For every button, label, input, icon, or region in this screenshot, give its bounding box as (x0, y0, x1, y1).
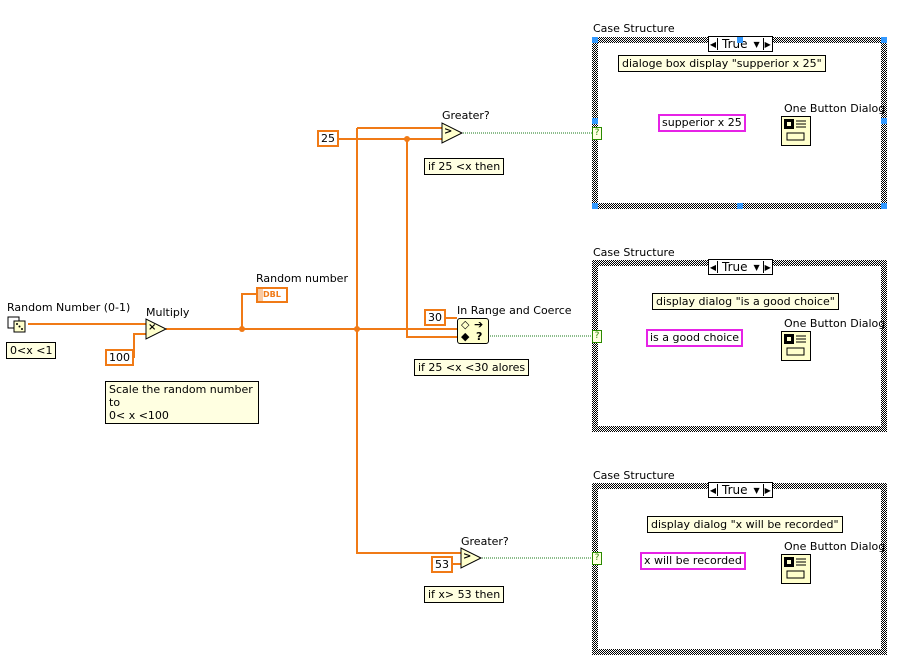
case2-selector-terminal[interactable]: ? (592, 330, 602, 343)
random-number-label: Random Number (0-1) (7, 301, 131, 314)
case1-comment: dialoge box display "supperior x 25" (618, 55, 826, 72)
case3-string-constant[interactable]: x will be recorded (640, 552, 746, 570)
case3-selector-value: True (722, 483, 748, 497)
resize-handle[interactable] (592, 37, 598, 43)
diamond-outline-icon: ◇ (461, 318, 470, 331)
decrement-arrow-icon[interactable]: ◀ (709, 261, 718, 273)
constant-30[interactable]: 30 (424, 309, 446, 326)
greater2-label: Greater? (461, 535, 509, 548)
greater1-comment: if 25 <x then (424, 158, 505, 175)
resize-handle[interactable] (592, 118, 598, 124)
multiply-label: Multiply (146, 306, 190, 319)
case3-selector-terminal[interactable]: ? (592, 552, 602, 565)
indicator-type: DBL (263, 290, 281, 299)
case1-title: Case Structure (593, 22, 675, 35)
scale-comment-line1: Scale the random number to (109, 383, 253, 409)
constant-53[interactable]: 53 (431, 556, 453, 573)
dice-icon[interactable] (7, 314, 27, 334)
greater2-comment: if x> 53 then (424, 586, 505, 603)
one-button-dialog-icon[interactable] (781, 331, 811, 361)
constant-25[interactable]: 25 (317, 130, 339, 147)
case2-string-constant[interactable]: is a good choice (646, 329, 744, 347)
case3-selector[interactable]: ◀ True ▼ ▶ (708, 482, 773, 498)
case3-title: Case Structure (593, 469, 675, 482)
case3-comment: display dialog "x will be recorded" (647, 516, 843, 533)
inrange-comment: if 25 <x <30 alores (414, 359, 530, 376)
wire-branch-vertical (356, 128, 461, 554)
dropdown-arrow-icon[interactable]: ▼ (754, 486, 763, 495)
decrement-arrow-icon[interactable]: ◀ (709, 38, 718, 50)
wire-to-indicator (241, 293, 256, 329)
case-structure-1[interactable]: ◀ True ▼ ▶ dialoge box display "supperio… (592, 36, 887, 209)
resize-handle[interactable] (881, 118, 887, 124)
case1-selector-value: True (722, 37, 748, 51)
dropdown-arrow-icon[interactable]: ▼ (754, 40, 763, 49)
case1-dialog-label: One Button Dialog (784, 102, 886, 115)
resize-handle[interactable] (737, 203, 743, 209)
indicator-label: Random number (256, 272, 348, 285)
greater1-symbol: > (444, 126, 453, 137)
one-button-dialog-icon[interactable] (781, 116, 811, 146)
arrow-right-icon: ➔ (474, 318, 484, 331)
greater1-label: Greater? (442, 109, 490, 122)
resize-handle[interactable] (737, 37, 743, 43)
case2-selector-value: True (722, 260, 748, 274)
multiply-symbol: × (148, 322, 157, 333)
case2-comment: display dialog "is a good choice" (652, 293, 839, 310)
in-range-coerce-node[interactable]: ◇ ➔ ◆ ? (457, 318, 489, 344)
case2-title: Case Structure (593, 246, 675, 259)
question-icon: ? (476, 330, 483, 343)
decrement-arrow-icon[interactable]: ◀ (709, 484, 718, 496)
increment-arrow-icon[interactable]: ▶ (762, 261, 772, 273)
case-structure-3[interactable]: ◀ True ▼ ▶ display dialog "x will be rec… (592, 482, 887, 655)
greater2-symbol: > (463, 551, 472, 562)
case1-selector-terminal[interactable]: ? (592, 127, 602, 140)
scale-comment: Scale the random number to 0< x <100 (105, 381, 259, 424)
constant-100[interactable]: 100 (105, 349, 134, 366)
increment-arrow-icon[interactable]: ▶ (762, 38, 772, 50)
dbl-indicator[interactable]: DBL (256, 287, 288, 303)
resize-handle[interactable] (881, 203, 887, 209)
inrange-label: In Range and Coerce (457, 304, 572, 317)
diamond-filled-icon: ◆ (461, 330, 470, 343)
case3-dialog-label: One Button Dialog (784, 540, 886, 553)
case2-dialog-label: One Button Dialog (784, 317, 886, 330)
random-range-comment: 0<x <1 (6, 342, 57, 359)
resize-handle[interactable] (592, 203, 598, 209)
resize-handle[interactable] (881, 37, 887, 43)
increment-arrow-icon[interactable]: ▶ (762, 484, 772, 496)
case1-string-constant[interactable]: supperior x 25 (658, 114, 746, 132)
scale-comment-line2: 0< x <100 (109, 409, 169, 422)
case-structure-2[interactable]: ◀ True ▼ ▶ display dialog "is a good cho… (592, 259, 887, 432)
case2-selector[interactable]: ◀ True ▼ ▶ (708, 259, 773, 275)
dropdown-arrow-icon[interactable]: ▼ (754, 263, 763, 272)
one-button-dialog-icon[interactable] (781, 554, 811, 584)
